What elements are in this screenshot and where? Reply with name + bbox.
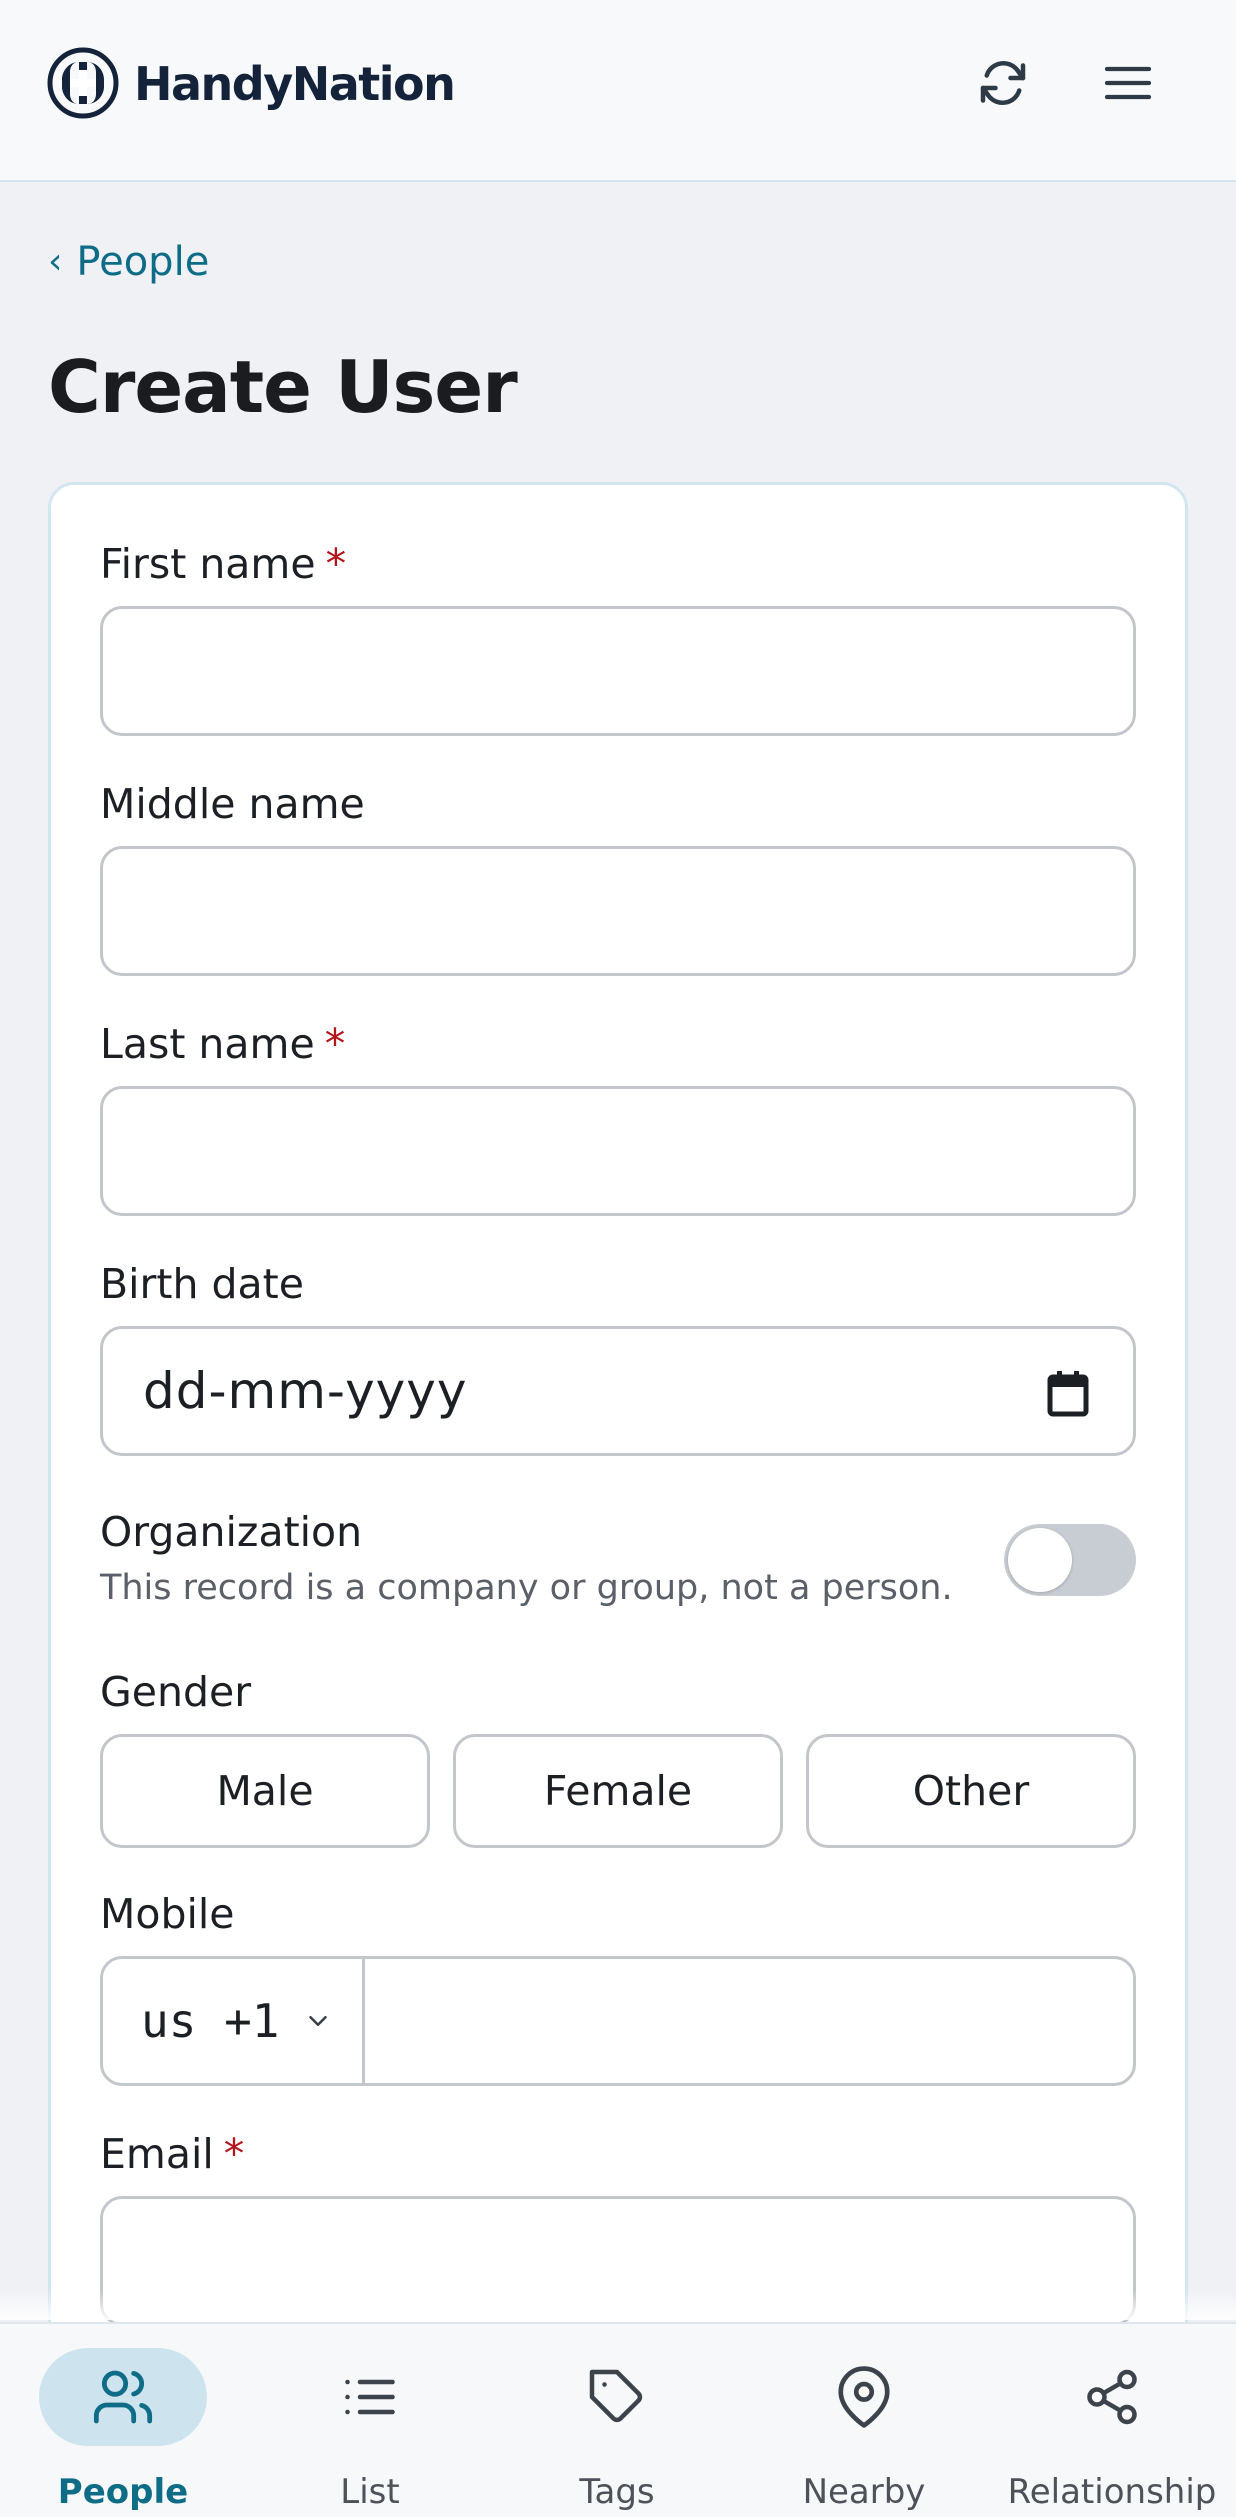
breadcrumb-label: People bbox=[76, 239, 210, 285]
gender-label: Gender bbox=[100, 1668, 252, 1716]
nav-pill bbox=[1028, 2348, 1196, 2446]
required-marker: * bbox=[325, 540, 347, 588]
email-label-text: Email bbox=[100, 2130, 214, 2178]
nav-item-relationship[interactable]: Relationship bbox=[992, 2348, 1232, 2512]
nav-pill bbox=[780, 2348, 948, 2446]
organization-label: Organization bbox=[100, 1508, 363, 1556]
nav-item-nearby[interactable]: Nearby bbox=[744, 2348, 984, 2512]
calendar-icon[interactable] bbox=[1047, 1369, 1089, 1417]
birth-date-placeholder: dd-mm-yyyy bbox=[143, 1362, 468, 1420]
nav-label-relationship: Relationship bbox=[1007, 2472, 1217, 2512]
organization-description: This record is a company or group, not a… bbox=[100, 1568, 953, 1608]
middle-name-input[interactable] bbox=[100, 846, 1136, 976]
brand-name: HandyNation bbox=[134, 57, 456, 111]
required-marker: * bbox=[324, 1020, 346, 1068]
gender-option-female[interactable]: Female bbox=[453, 1734, 783, 1848]
people-icon bbox=[93, 2370, 153, 2424]
toggle-knob bbox=[1008, 1528, 1072, 1592]
first-name-label-text: First name bbox=[100, 540, 316, 588]
menu-button[interactable] bbox=[1095, 50, 1161, 116]
nav-item-list[interactable]: List bbox=[250, 2348, 490, 2512]
mobile-field: us +1 bbox=[100, 1956, 1136, 2086]
nav-label-list: List bbox=[340, 2472, 400, 2512]
share-nodes-icon bbox=[1087, 2369, 1137, 2425]
hamburger-menu-icon bbox=[1104, 66, 1152, 100]
last-name-input[interactable] bbox=[100, 1086, 1136, 1216]
handynation-logo[interactable] bbox=[46, 46, 120, 120]
first-name-input[interactable] bbox=[100, 606, 1136, 736]
nav-pill bbox=[533, 2348, 701, 2446]
gender-option-other[interactable]: Other bbox=[806, 1734, 1136, 1848]
nav-label-nearby: Nearby bbox=[802, 2472, 926, 2512]
last-name-label-text: Last name bbox=[100, 1020, 315, 1068]
nav-label-people: People bbox=[57, 2472, 189, 2512]
tag-icon bbox=[589, 2369, 643, 2423]
mobile-number-input[interactable] bbox=[368, 1959, 1133, 2083]
email-label: Email * bbox=[100, 2126, 244, 2182]
nav-item-tags[interactable]: Tags bbox=[497, 2348, 737, 2512]
organization-toggle[interactable] bbox=[1004, 1524, 1136, 1596]
refresh-icon bbox=[980, 61, 1026, 105]
gender-option-male[interactable]: Male bbox=[100, 1734, 430, 1848]
birth-date-input[interactable]: dd-mm-yyyy bbox=[100, 1326, 1136, 1456]
middle-name-label: Middle name bbox=[100, 780, 365, 828]
nav-label-tags: Tags bbox=[579, 2472, 655, 2512]
nav-pill bbox=[286, 2348, 454, 2446]
country-code-value: us +1 bbox=[141, 1994, 280, 2048]
nav-active-pill bbox=[39, 2348, 207, 2446]
chevron-left-icon: ‹ bbox=[48, 241, 63, 282]
mobile-label: Mobile bbox=[100, 1890, 235, 1938]
last-name-label: Last name * bbox=[100, 1016, 345, 1072]
location-pin-icon bbox=[838, 2366, 890, 2428]
bottom-navigation: People List Tags Nearby Relationship bbox=[0, 2322, 1236, 2517]
breadcrumb-back-link[interactable]: ‹ People bbox=[48, 234, 209, 290]
birth-date-label: Birth date bbox=[100, 1260, 304, 1308]
refresh-button[interactable] bbox=[970, 50, 1036, 116]
country-code-select[interactable]: us +1 bbox=[103, 1959, 365, 2083]
page-title: Create User bbox=[48, 345, 518, 429]
nav-item-people[interactable]: People bbox=[3, 2348, 243, 2512]
chevron-down-icon bbox=[309, 2016, 328, 2026]
first-name-label: First name * bbox=[100, 536, 346, 592]
list-icon bbox=[345, 2379, 395, 2415]
app-header: HandyNation bbox=[0, 0, 1236, 182]
required-marker: * bbox=[223, 2130, 245, 2178]
scroll-fade bbox=[0, 2290, 1236, 2320]
